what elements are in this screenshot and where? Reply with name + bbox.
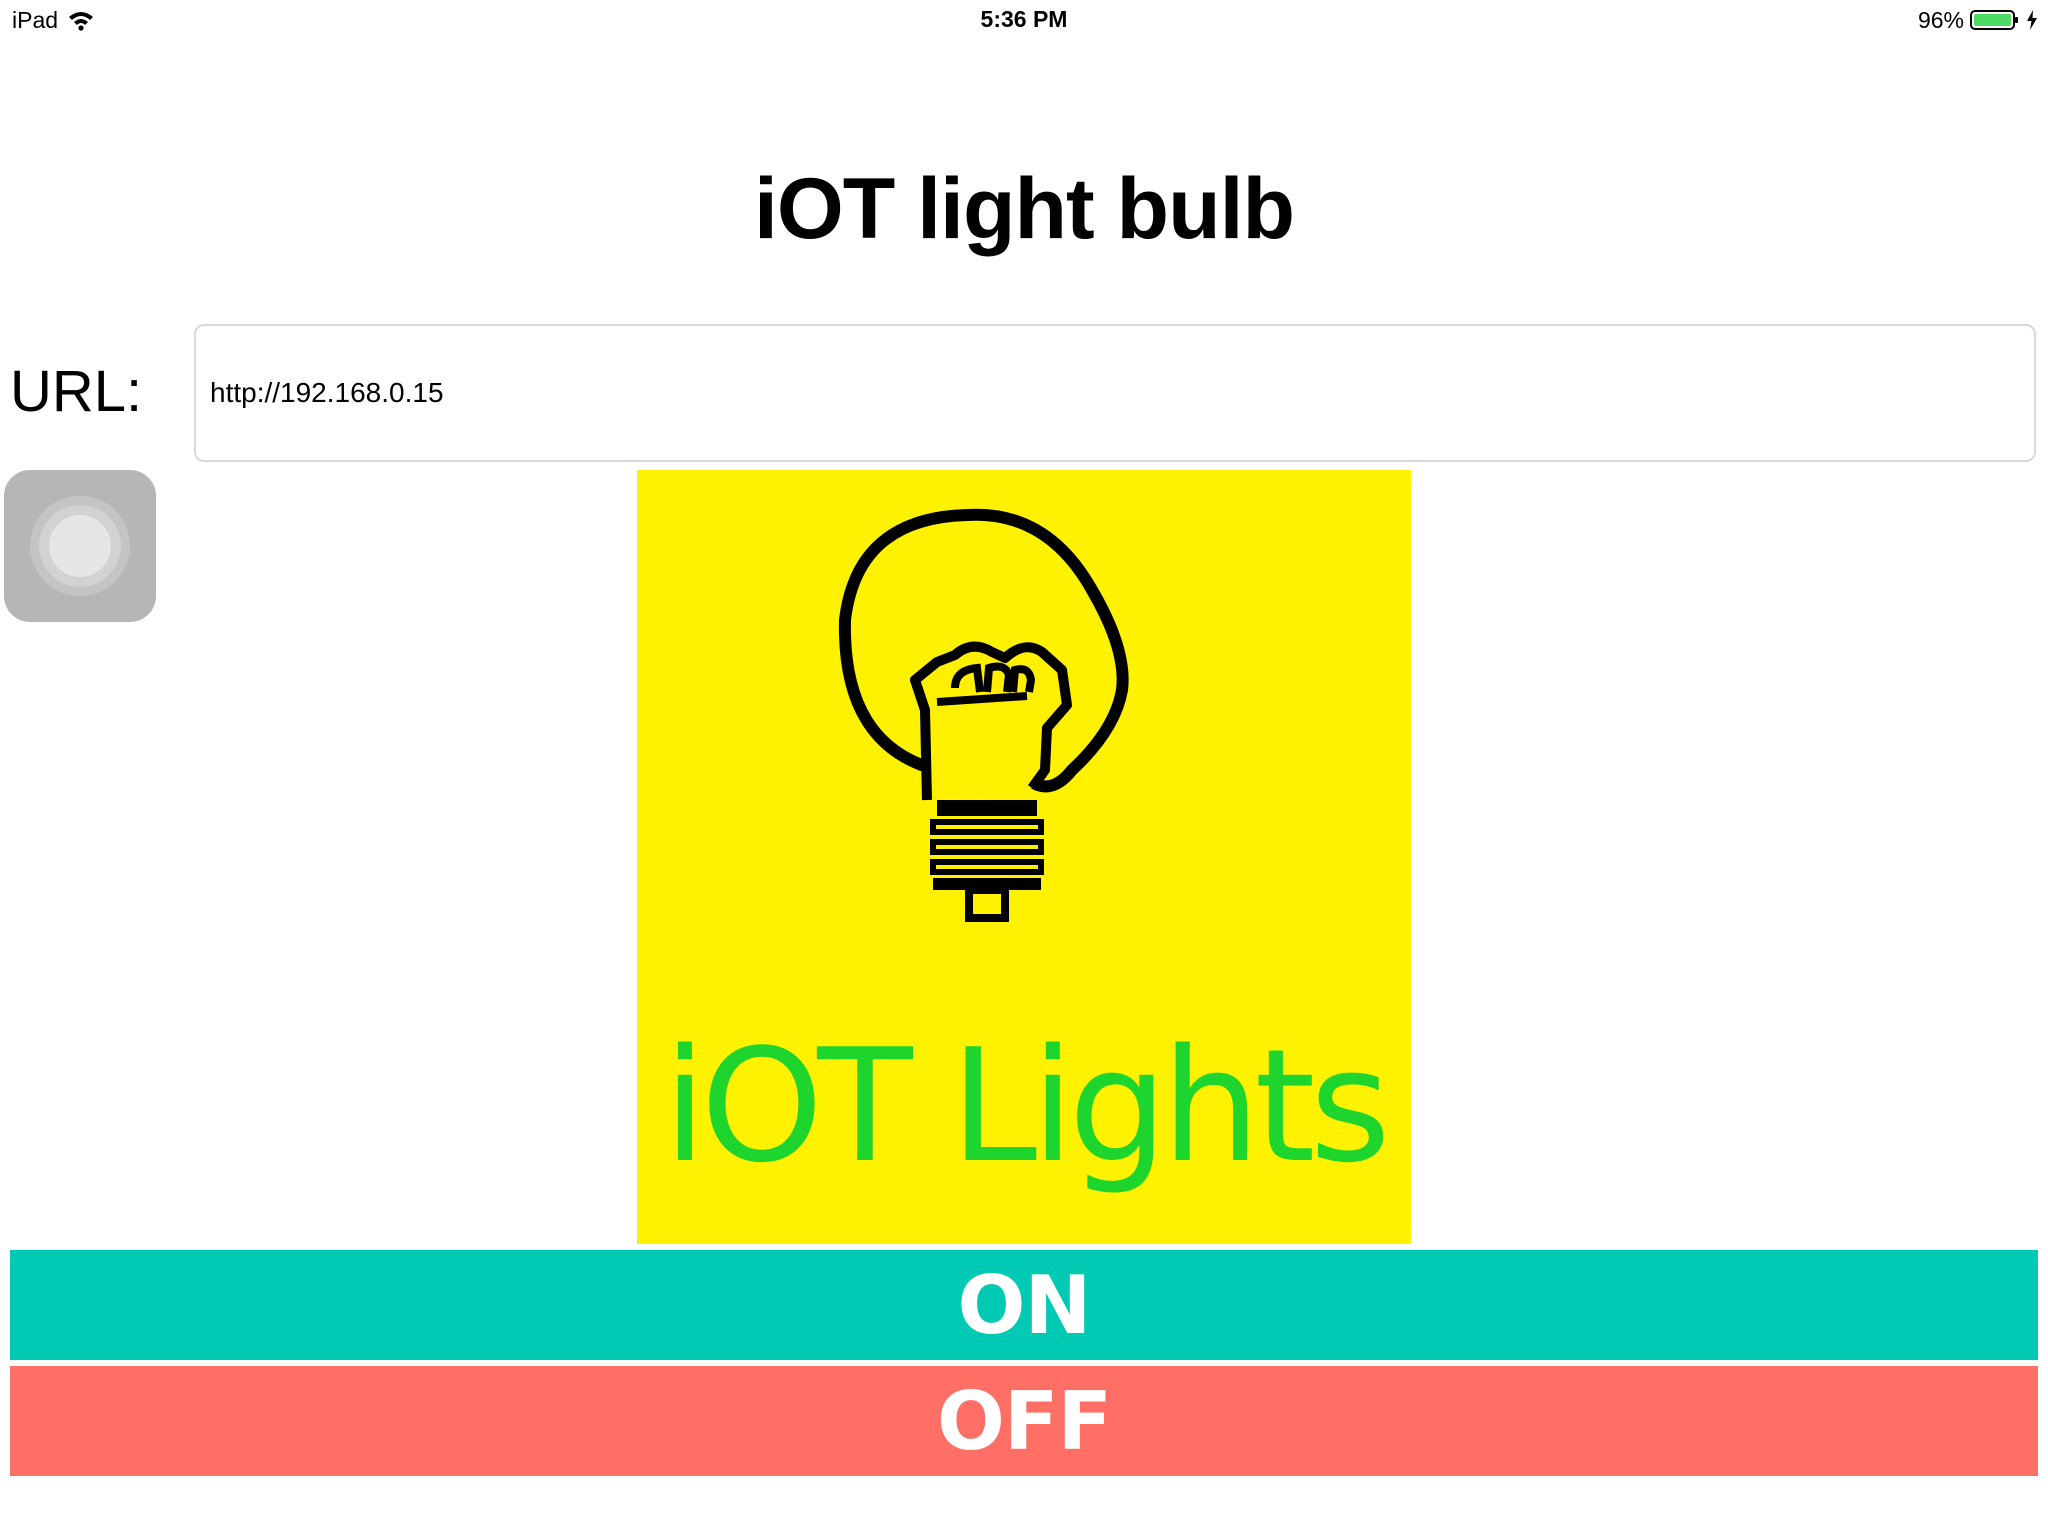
charging-bolt-icon	[2027, 10, 2037, 30]
battery-percentage: 96%	[1917, 6, 1964, 33]
iot-lights-logo: iOT Lights	[637, 470, 1411, 1244]
off-button-label: OFF	[936, 1374, 1112, 1468]
status-time: 5:36 PM	[980, 6, 1068, 32]
url-label: URL:	[10, 359, 143, 424]
logo-text: iOT Lights	[663, 1015, 1385, 1197]
battery-icon	[1970, 10, 2018, 30]
page-title: iOT light bulb	[753, 161, 1295, 257]
on-button-label: ON	[957, 1258, 1092, 1352]
assistive-touch-core	[49, 515, 111, 577]
status-right: 96%	[1918, 6, 2038, 34]
url-field[interactable]	[194, 324, 2036, 462]
url-input[interactable]	[210, 326, 2010, 460]
off-button[interactable]: OFF	[10, 1366, 2038, 1476]
status-bar: iPad 5:36 PM 96%	[0, 0, 2048, 40]
app-screen: iPad 5:36 PM 96% iOT light bulb URL: htt…	[0, 0, 2048, 1536]
on-button[interactable]: ON	[10, 1250, 2038, 1360]
light-bulb-icon: iOT Lights	[663, 508, 1391, 1197]
assistive-touch-button[interactable]	[4, 470, 156, 622]
